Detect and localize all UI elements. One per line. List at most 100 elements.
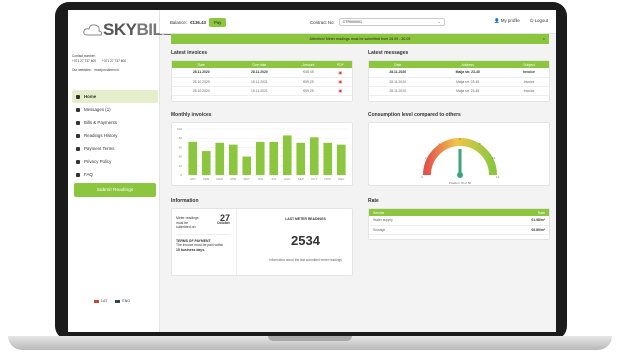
contract-value: CTR000001 <box>342 20 363 24</box>
lang-eng-label: ENG <box>122 299 131 303</box>
x-tick-label: OCT <box>311 177 318 181</box>
profile-link[interactable]: 👤 My profile <box>494 18 520 24</box>
bar-mar[interactable] <box>215 142 225 175</box>
user-icon: 👤 <box>494 18 500 23</box>
language-switcher: LAT ENG <box>94 299 130 303</box>
logout-link[interactable]: ⏻ Logout <box>530 18 548 24</box>
sidebar-item-privacy[interactable]: Privacy Policy <box>72 155 158 168</box>
bar-jun[interactable] <box>255 141 265 175</box>
y-tick-label: 20 <box>179 164 183 168</box>
balance-label: Balance: <box>170 20 188 25</box>
bar-jul[interactable] <box>269 141 279 175</box>
message-date: 28.11.2020 <box>369 77 427 87</box>
x-tick-label: AUG <box>284 177 291 181</box>
bar-may[interactable] <box>242 156 252 175</box>
bar-aug[interactable] <box>282 135 292 175</box>
rate-header: Service <box>369 209 464 216</box>
sidebar-item-home[interactable]: Home <box>72 90 158 103</box>
website-label: Our websites: <box>72 68 92 72</box>
message-address: Maija str. 23-45 <box>426 86 509 96</box>
messages-header: Subject <box>509 61 549 68</box>
table-row: Water supply €1.98/m³ <box>369 216 549 226</box>
laptop-notch <box>268 336 352 341</box>
latvia-flag-icon <box>94 299 99 303</box>
bar-dec[interactable] <box>336 144 346 175</box>
pdf-icon[interactable]: ▣ <box>328 68 352 78</box>
info-left: Meter readings must be submitted on: 27 … <box>176 214 230 253</box>
sidebar-item-readings[interactable]: Readings History <box>72 129 158 142</box>
pay-button[interactable]: Pay <box>208 18 227 27</box>
table-row[interactable]: 28.11.2020 Maija str. 23-45 Invoice <box>369 77 549 87</box>
lang-lat-button[interactable]: LAT <box>94 299 107 303</box>
shield-icon <box>76 159 80 164</box>
top-header: Balance: €136.43 Pay Contract No: CTR000… <box>160 10 556 34</box>
invoice-amount: €59,25 <box>288 86 329 96</box>
balance-value: €136.43 <box>190 20 206 25</box>
y-tick-label: 100 <box>177 127 182 131</box>
bar-oct[interactable] <box>309 137 319 175</box>
table-row[interactable]: 28.11.2020 Maija str. 23-45 Invoice <box>369 68 549 78</box>
sidebar-item-bills[interactable]: Bills & Payments <box>72 116 158 129</box>
document-icon <box>76 146 80 151</box>
sidebar-nav: Home Messages (1) Bills & Payments Readi… <box>72 90 158 181</box>
message-subject: Invoice <box>509 86 549 96</box>
bar-feb[interactable] <box>201 151 211 175</box>
invoice-amount: €59,25 <box>288 77 329 87</box>
bar-jan[interactable] <box>188 141 198 175</box>
website-link[interactable]: maxijon.skbmn.lv <box>95 68 119 73</box>
sidebar-item-label: Bills & Payments <box>84 120 117 125</box>
table-row: Sewage €0.89/m³ <box>369 225 549 235</box>
sidebar-item-faq[interactable]: FAQ <box>72 168 158 181</box>
question-icon <box>76 172 80 177</box>
info-right: LAST METER READINGS 2534 Information abo… <box>236 209 374 275</box>
x-tick-label: MAY <box>244 177 250 181</box>
logout-label: Logout <box>534 18 548 23</box>
x-tick-label: APR <box>230 177 237 181</box>
rate-table: Service Rate Water supply €1.98/m³ Sewag… <box>369 209 549 235</box>
monthly-title: Monthly invoices <box>171 112 212 118</box>
information-card: Meter readings must be submitted on: 27 … <box>171 208 353 276</box>
bar-sep[interactable] <box>296 142 306 175</box>
y-tick-label: 40 <box>179 155 183 159</box>
sidebar-item-terms[interactable]: Payment Terms <box>72 142 158 155</box>
rate-value: €0.89/m³ <box>463 225 549 235</box>
table-row[interactable]: 28.10.2020 15.11.2021 €59,25 ▣ <box>172 86 352 96</box>
lang-eng-button[interactable]: ENG <box>115 299 130 303</box>
bar-nov[interactable] <box>323 142 333 175</box>
table-row[interactable]: 28.10.2020 15.11.2021 €59,25 ▣ <box>172 77 352 87</box>
submit-readings-button[interactable]: Submit Readings <box>74 183 156 197</box>
invoice-due: 15.11.2021 <box>230 77 289 87</box>
rate-service: Water supply <box>369 216 464 226</box>
table-row[interactable]: 28.11.2020 28.11.2020 €45,45 ▣ <box>172 68 352 78</box>
gauge-tick: 0 <box>421 175 423 179</box>
sidebar-item-label: Payment Terms <box>84 146 115 151</box>
invoice-due: 28.11.2020 <box>230 68 289 78</box>
pdf-icon[interactable]: ▣ <box>328 86 352 96</box>
phone-2[interactable]: +371 27 737 600 <box>102 59 126 64</box>
last-readings-caption: Information about the last submitted met… <box>269 258 342 262</box>
close-icon[interactable]: × <box>543 37 545 41</box>
bar-apr[interactable] <box>228 144 238 175</box>
monthly-card: 100 80 60 40 20 0 JAN FEB MAR APR MAY JUN JUL AUG SEP O… <box>171 122 353 186</box>
home-icon <box>76 94 80 99</box>
message-address: Maija str. 23-45 <box>426 77 509 87</box>
rate-service: Sewage <box>369 225 464 235</box>
contract-select[interactable]: CTR000001 ⌄ <box>338 18 445 26</box>
message-date: 28.11.2020 <box>369 86 427 96</box>
x-tick-label: SEP <box>298 177 304 181</box>
contact-info: Contact number: +371 27 737 600 +371 27 … <box>72 54 126 73</box>
screen: SKY BILL Contact number: +371 27 737 600… <box>68 10 556 332</box>
mail-icon <box>76 107 80 112</box>
phone-1[interactable]: +371 27 737 600 <box>72 59 96 64</box>
consumption-gauge: 0 2 4 6 8 10 12 Position 70 of 50 <box>421 137 500 185</box>
alert-banner: Attention! Meter readings must be submit… <box>171 34 549 44</box>
invoices-header: Amount <box>288 61 329 68</box>
table-row[interactable]: 28.11.2020 Maija str. 23-45 Invoice <box>369 86 549 96</box>
x-tick-label: FEB <box>203 177 209 181</box>
contract-area: Contract No: CTR000001 ⌄ <box>310 18 445 26</box>
sidebar-item-messages[interactable]: Messages (1) <box>72 103 158 116</box>
pdf-icon[interactable]: ▣ <box>328 77 352 87</box>
uk-flag-icon <box>115 299 121 303</box>
messages-card: Date Address Subject 28.11.2020 Maija st… <box>368 60 550 102</box>
invoices-table: Date Due date Amount PDF 28.11.2020 28.1… <box>172 61 352 96</box>
